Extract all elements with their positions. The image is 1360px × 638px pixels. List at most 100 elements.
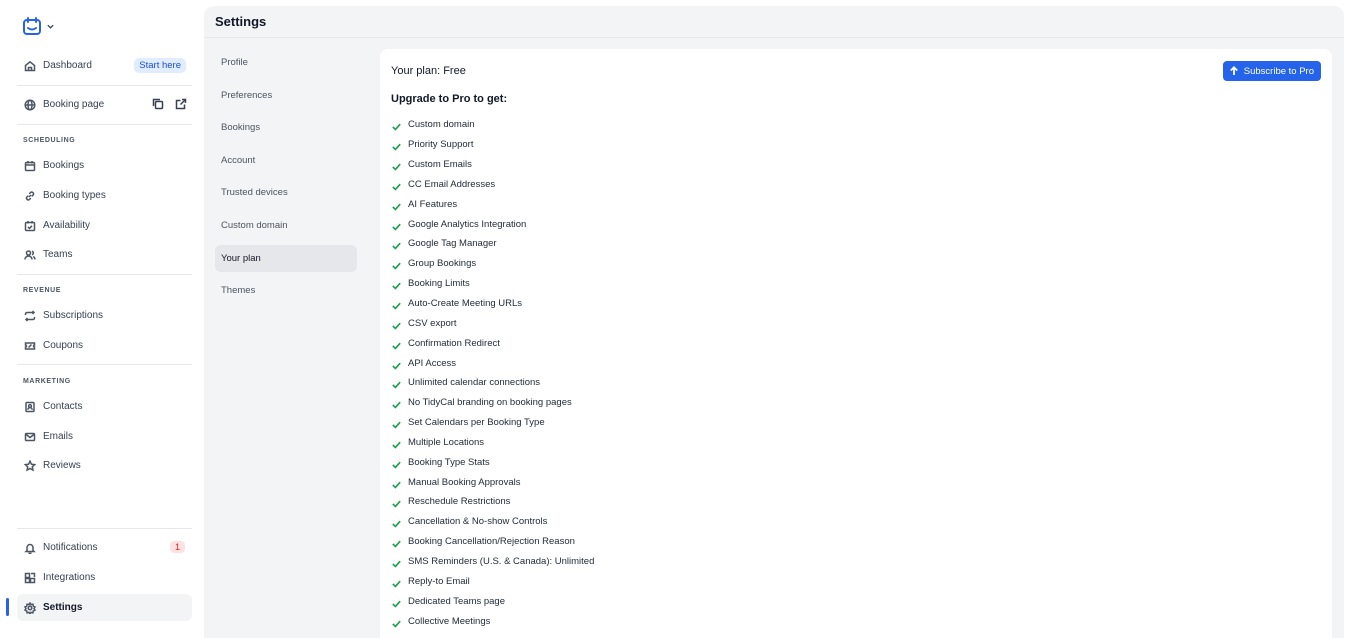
feature-label: Cancellation & No-show Controls: [408, 516, 548, 528]
feature-item: Confirmation Redirect: [391, 333, 594, 353]
feature-label: Multiple Locations: [408, 436, 485, 448]
feature-item: SMS Reminders (U.S. & Canada): Unlimited: [391, 552, 594, 572]
users-icon: [24, 249, 36, 261]
section-label-marketing: MARKETING: [23, 378, 71, 385]
sidebar-item-label: Booking page: [43, 99, 105, 110]
settings-tab-your-plan[interactable]: Your plan: [215, 244, 357, 272]
feature-item: Custom Emails: [391, 155, 594, 175]
feature-item: API Access: [391, 353, 594, 373]
sidebar-item-booking-types[interactable]: Booking types: [17, 182, 192, 209]
feature-label: Set Calendars per Booking Type: [408, 417, 545, 429]
feature-item: Booking Cancellation/Rejection Reason: [391, 532, 594, 552]
puzzle-icon: [24, 572, 36, 584]
sidebar-item-label: Bookings: [43, 160, 85, 171]
feature-label: Manual Booking Approvals: [408, 476, 521, 488]
plan-card: Your plan: Free Subscribe to Pro Upgrade…: [380, 49, 1332, 638]
settings-tab-preferences[interactable]: Preferences: [215, 82, 357, 109]
star-icon: [24, 459, 36, 472]
link-icon: [24, 190, 36, 202]
feature-label: Custom domain: [408, 119, 475, 131]
feature-label: Reschedule Restrictions: [408, 496, 511, 508]
subscribe-label: Subscribe to Pro: [1243, 65, 1314, 77]
contact-book-icon: [24, 401, 36, 413]
feature-item: CC Email Addresses: [391, 175, 594, 195]
sidebar-item-integrations[interactable]: Integrations: [17, 564, 192, 591]
sidebar-item-reviews[interactable]: Reviews: [17, 452, 192, 479]
check-icon: [392, 401, 401, 409]
sidebar-item-availability[interactable]: Availability: [17, 212, 192, 239]
check-icon: [392, 620, 401, 628]
feature-item: No TidyCal branding on booking pages: [391, 393, 594, 413]
feature-label: Google Analytics Integration: [408, 218, 527, 230]
subscribe-to-pro-button[interactable]: Subscribe to Pro: [1222, 61, 1321, 81]
feature-label: Collective Meetings: [408, 615, 491, 627]
divider: [17, 85, 192, 86]
sidebar-item-notifications[interactable]: Notifications 1: [17, 534, 192, 561]
sidebar-item-teams[interactable]: Teams: [17, 241, 192, 268]
check-icon: [392, 481, 401, 489]
section-label-revenue: REVENUE: [23, 287, 62, 294]
section-label-scheduling: SCHEDULING: [23, 137, 76, 144]
sidebar-item-dashboard[interactable]: Dashboard Start here: [17, 52, 192, 79]
feature-list: Custom domain Priority Support Custom Emai…: [391, 115, 594, 631]
feature-item: Set Calendars per Booking Type: [391, 413, 594, 433]
main-header: Settings: [204, 6, 1344, 38]
feature-label: CC Email Addresses: [408, 178, 496, 190]
sidebar-item-label: Emails: [43, 431, 74, 442]
sidebar-item-subscriptions[interactable]: Subscriptions: [17, 302, 192, 329]
check-icon: [392, 183, 401, 191]
check-icon: [392, 223, 401, 231]
check-icon: [392, 560, 401, 568]
feature-item: Dedicated Teams page: [391, 591, 594, 611]
check-icon: [392, 461, 401, 469]
sidebar-item-contacts[interactable]: Contacts: [17, 393, 192, 420]
feature-label: Reply-to Email: [408, 575, 470, 587]
sidebar-item-coupons[interactable]: Coupons: [17, 332, 192, 359]
feature-item: Reschedule Restrictions: [391, 492, 594, 512]
sidebar-item-booking-page[interactable]: Booking page: [17, 91, 192, 118]
check-icon: [392, 243, 401, 251]
settings-tab-profile[interactable]: Profile: [215, 49, 357, 76]
check-icon: [392, 203, 401, 211]
app-logo-menu[interactable]: [22, 16, 55, 36]
feature-item: Cancellation & No-show Controls: [391, 512, 594, 532]
settings-tab-trusted-devices[interactable]: Trusted devices: [215, 179, 357, 206]
settings-tab-custom-domain[interactable]: Custom domain: [215, 212, 357, 239]
settings-nav: Profile Preferences Bookings Account Tru…: [215, 49, 357, 310]
settings-tab-account[interactable]: Account: [215, 147, 357, 174]
home-icon: [24, 60, 36, 72]
feature-label: AI Features: [408, 198, 458, 210]
sidebar-item-bookings[interactable]: Bookings: [17, 152, 192, 179]
sidebar-item-emails[interactable]: Emails: [17, 423, 192, 450]
feature-item: Custom domain: [391, 115, 594, 135]
globe-icon: [24, 98, 36, 111]
settings-tab-bookings[interactable]: Bookings: [215, 114, 357, 141]
feature-label: Custom Emails: [408, 159, 472, 171]
sidebar-item-label: Notifications: [43, 542, 98, 553]
feature-item: Reply-to Email: [391, 571, 594, 591]
main-panel: Settings Profile Preferences Bookings Ac…: [204, 6, 1344, 638]
sidebar-item-label: Subscriptions: [43, 310, 104, 321]
check-icon: [392, 342, 401, 350]
copy-icon[interactable]: [152, 98, 164, 110]
feature-item: Priority Support: [391, 135, 594, 155]
feature-label: API Access: [408, 357, 457, 369]
feature-label: Group Bookings: [408, 258, 477, 270]
settings-tab-themes[interactable]: Themes: [215, 277, 357, 304]
start-here-badge[interactable]: Start here: [134, 58, 186, 73]
feature-item: Group Bookings: [391, 254, 594, 274]
feature-item: Collective Meetings: [391, 611, 594, 631]
check-icon: [392, 262, 401, 270]
check-icon: [392, 540, 401, 548]
sidebar-item-settings[interactable]: Settings: [17, 594, 192, 621]
feature-item: AI Features: [391, 194, 594, 214]
repeat-icon: [24, 309, 36, 322]
check-icon: [392, 501, 401, 509]
divider: [17, 364, 192, 365]
external-link-icon[interactable]: [175, 98, 187, 110]
sidebar-item-label: Availability: [43, 220, 91, 231]
check-icon: [392, 322, 401, 330]
sidebar-item-label: Coupons: [43, 340, 84, 351]
feature-label: CSV export: [408, 317, 457, 329]
divider: [17, 528, 192, 529]
